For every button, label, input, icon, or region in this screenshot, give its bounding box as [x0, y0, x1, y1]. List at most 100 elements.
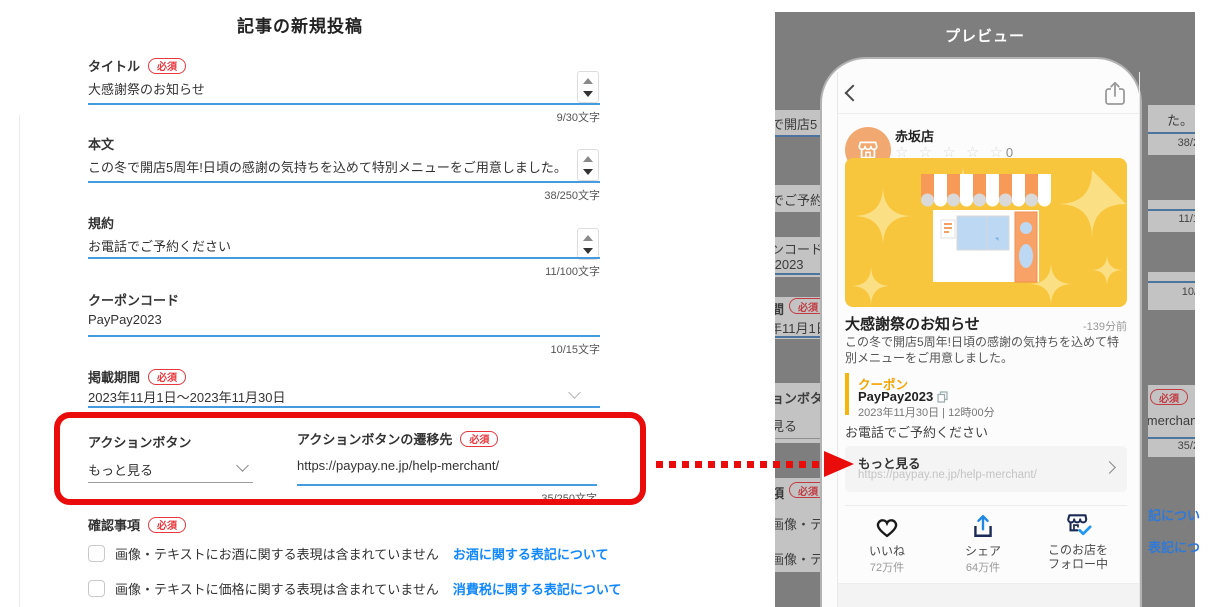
field-title-label-text: タイトル [88, 56, 140, 75]
backdrop-fragment: /2023 [775, 257, 804, 272]
title-underline [88, 103, 600, 105]
checkbox-alcohol[interactable] [88, 545, 105, 562]
backdrop-strip: ンコード /2023 [775, 237, 820, 277]
share-label: シェア [965, 544, 1001, 558]
backdrop-strip: 項 必須 画像・テ 画像・テ [775, 478, 820, 572]
spinner-down-icon[interactable] [583, 91, 593, 97]
phone-footer-area [838, 584, 1139, 607]
tax-notation-link[interactable]: 消費税に関する表記について [453, 579, 622, 598]
period-underline [88, 406, 600, 408]
confirm-item-price: 画像・テキストに価格に関する表現は含まれていません 消費税に関する表記について [88, 579, 621, 598]
share-icon[interactable] [1102, 80, 1128, 108]
backdrop-fragment: 画像・テ [775, 549, 820, 568]
preview-panel-title: プレビュー [775, 25, 1195, 46]
like-count: 72万件 [870, 559, 904, 575]
copy-icon[interactable] [937, 391, 948, 403]
field-terms-label: 規約 [88, 213, 114, 232]
coupon-code-text: PayPay2023 [858, 389, 933, 404]
coupon-accent-bar [845, 373, 849, 415]
heart-icon[interactable] [873, 513, 901, 539]
backdrop-fragment: 35/2 [1178, 440, 1195, 452]
topbar-divider [838, 113, 1139, 114]
backdrop-fragment-link: 記につい [1148, 505, 1200, 524]
share-count: 64万件 [966, 559, 1000, 575]
store-follow-icon[interactable] [1063, 510, 1093, 538]
backdrop-fragment: ンコード [775, 239, 820, 258]
phone-screen-right-edge [1139, 72, 1140, 607]
page-title: 記事の新規投稿 [0, 12, 600, 37]
period-select[interactable]: 2023年11月1日〜2023年11月30日 [88, 387, 286, 406]
follow-label-line1: このお店を [1048, 543, 1108, 557]
field-terms-label-text: 規約 [88, 213, 114, 232]
backdrop-fragment: た。 [1167, 110, 1193, 129]
field-period-label-text: 掲載期間 [88, 367, 140, 386]
field-coupon-label-text: クーポンコード [88, 290, 179, 309]
backdrop-strip: 11/1 [1148, 200, 1195, 232]
backdrop-fragment: 10/ [1182, 286, 1195, 298]
backdrop-fragment: で開店5 [775, 114, 817, 133]
backdrop-fragment: 11/1 [1178, 213, 1195, 225]
body-counter: 38/250文字 [400, 187, 600, 203]
arrow-head-icon [824, 451, 854, 477]
terms-counter: 11/100文字 [400, 263, 600, 279]
terms-spinner[interactable] [577, 228, 599, 260]
coupon-underline [88, 335, 600, 337]
article-title: 大感謝祭のお知らせ [845, 313, 980, 334]
form-card-left-border [19, 115, 20, 607]
alcohol-notation-link[interactable]: お酒に関する表記について [453, 544, 609, 563]
required-badge: 必須 [148, 517, 186, 533]
title-counter: 9/30文字 [400, 109, 600, 125]
spinner-up-icon[interactable] [583, 156, 593, 162]
article-time: -139分前 [1060, 318, 1127, 334]
body-underline [88, 181, 600, 183]
share-arrow-icon[interactable] [970, 513, 996, 539]
title-input[interactable]: 大感謝祭のお知らせ [88, 79, 205, 98]
content-divider [845, 505, 1127, 506]
chevron-down-icon[interactable] [568, 386, 581, 399]
like-action[interactable]: いいね 72万件 [842, 513, 932, 575]
title-spinner[interactable] [577, 71, 599, 103]
backdrop-fragment-link: 表記につ [1148, 537, 1200, 556]
terms-underline [88, 257, 600, 259]
required-badge: 必須 [148, 369, 186, 385]
coupon-expiry: 2023年11月30日 | 12時00分 [858, 404, 995, 420]
coupon-code-input[interactable]: PayPay2023 [88, 312, 162, 327]
backdrop-fragment: ョンボタ [775, 388, 820, 407]
backdrop-fragment: merchant [1148, 413, 1195, 428]
backdrop-fragment: 項 [775, 483, 784, 502]
backdrop-fragment: 38/2 [1178, 137, 1195, 149]
backdrop-fragment: 年11月1日 [775, 318, 820, 337]
terms-input[interactable]: お電話でご予約ください [88, 236, 231, 255]
dotted-arrow-line [656, 461, 819, 468]
required-badge: 必須 [1150, 389, 1188, 405]
share-action[interactable]: シェア 64万件 [938, 513, 1028, 575]
like-label: いいね [869, 544, 905, 558]
spinner-up-icon[interactable] [583, 78, 593, 84]
follow-label-line2: フォロー中 [1048, 557, 1108, 571]
required-badge: 必須 [148, 58, 186, 74]
field-body-label-text: 本文 [88, 134, 114, 153]
backdrop-fragment: 間 [775, 299, 784, 318]
storefront-illustration [845, 158, 1127, 307]
required-badge: 必須 [789, 482, 820, 498]
spinner-up-icon[interactable] [583, 235, 593, 241]
follow-action[interactable]: このお店を フォロー中 [1033, 510, 1123, 572]
checkbox-price[interactable] [88, 580, 105, 597]
article-banner-image [845, 158, 1127, 307]
confirm-item-alcohol: 画像・テキストにお酒に関する表現は含まれていません お酒に関する表記について [88, 544, 608, 563]
backdrop-strip: で開店5 [775, 110, 820, 137]
highlight-box [54, 412, 646, 505]
field-confirm-label-text: 確認事項 [88, 515, 140, 534]
field-confirm-label: 確認事項 必須 [88, 515, 186, 534]
article-body: この冬で開店5周年!日頃の感謝の気持ちを込めて特別メニューをご用意しました。 [845, 334, 1127, 366]
backdrop-strip: 間 必須 年11月1日 [775, 297, 820, 339]
body-spinner[interactable] [577, 149, 599, 181]
body-input[interactable]: この冬で開店5周年!日頃の感謝の気持ちを込めて特別メニューをご用意しました。 [88, 157, 567, 176]
spinner-down-icon[interactable] [583, 169, 593, 175]
backdrop-strip: ョンボタ 見る [775, 383, 820, 443]
screenshot-root: 記事の新規投稿 タイトル 必須 大感謝祭のお知らせ 9/30文字 本文 この冬で… [0, 0, 1231, 607]
spinner-down-icon[interactable] [583, 248, 593, 254]
field-coupon-label: クーポンコード [88, 290, 179, 309]
field-period-label: 掲載期間 必須 [88, 367, 186, 386]
phone-screen-left-edge [837, 72, 838, 607]
